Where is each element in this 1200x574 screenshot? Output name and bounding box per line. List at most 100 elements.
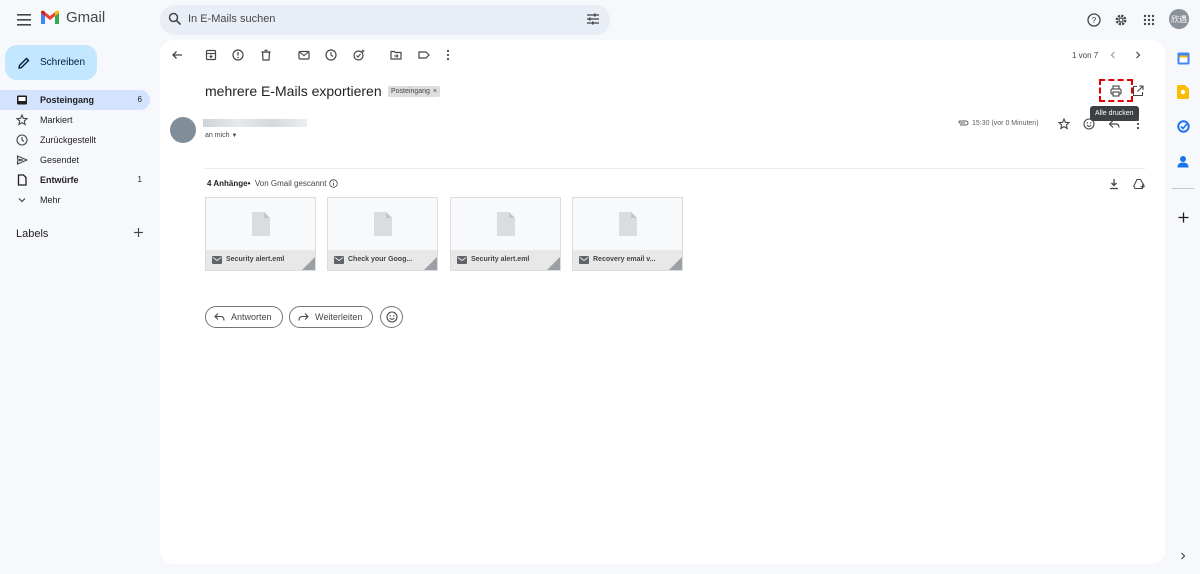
remove-label-icon[interactable]: × bbox=[433, 88, 437, 95]
email-file-icon bbox=[457, 256, 467, 264]
document-icon bbox=[497, 212, 515, 236]
label-chip[interactable]: Posteingang × bbox=[388, 86, 441, 97]
emoji-reaction-button[interactable] bbox=[1082, 117, 1096, 131]
add-label-button[interactable] bbox=[133, 227, 144, 238]
search-options-icon[interactable] bbox=[586, 12, 600, 26]
app-name: Gmail bbox=[66, 9, 106, 26]
compose-label: Schreiben bbox=[40, 57, 86, 68]
sidebar-item-label: Entwürfe bbox=[40, 175, 79, 185]
delete-button[interactable] bbox=[259, 48, 273, 62]
attachment-card[interactable]: Recovery email v... bbox=[572, 197, 683, 271]
labels-heading: Labels bbox=[16, 228, 49, 240]
document-icon bbox=[252, 212, 270, 236]
emoji-icon bbox=[1083, 118, 1095, 130]
reply-button[interactable]: Antworten bbox=[205, 306, 283, 328]
calendar-app-button[interactable] bbox=[1176, 51, 1190, 65]
attachment-footer: Check your Goog... bbox=[328, 250, 437, 270]
report-spam-icon bbox=[232, 49, 244, 61]
keep-app-button[interactable] bbox=[1176, 85, 1190, 99]
attachments-scanned: Von Gmail gescannt bbox=[254, 179, 327, 188]
snooze-icon bbox=[325, 49, 337, 61]
sidebar-item-inbox[interactable]: Posteingang 6 bbox=[0, 90, 150, 110]
apps-button[interactable] bbox=[1139, 10, 1159, 30]
newer-button[interactable] bbox=[1106, 48, 1120, 62]
reply-icon-button[interactable] bbox=[1107, 117, 1121, 131]
page-fold bbox=[424, 257, 437, 270]
attachment-footer: Recovery email v... bbox=[573, 250, 682, 270]
sidebar-item-more[interactable]: Mehr bbox=[0, 190, 150, 210]
info-icon[interactable] bbox=[329, 179, 338, 189]
document-icon bbox=[374, 212, 392, 236]
mark-unread-icon bbox=[298, 50, 310, 60]
message-pane bbox=[160, 40, 1165, 564]
email-file-icon bbox=[212, 256, 222, 264]
emoji-react-button[interactable] bbox=[380, 306, 403, 328]
sidebar-item-drafts[interactable]: Entwürfe 1 bbox=[0, 170, 150, 190]
forward-label: Weiterleiten bbox=[315, 312, 363, 322]
settings-button[interactable] bbox=[1111, 10, 1131, 30]
inbox-icon bbox=[17, 95, 27, 105]
document-icon bbox=[619, 212, 637, 236]
snooze-button[interactable] bbox=[324, 48, 338, 62]
report-spam-button[interactable] bbox=[231, 48, 245, 62]
sender-avatar[interactable] bbox=[170, 117, 196, 143]
attachment-card[interactable]: Check your Goog... bbox=[327, 197, 438, 271]
chevron-down-icon bbox=[18, 198, 26, 203]
main-menu-button[interactable] bbox=[12, 8, 36, 32]
search-bar[interactable]: In E-Mails suchen bbox=[160, 5, 610, 35]
message-more-button[interactable] bbox=[1131, 117, 1145, 131]
attachments-count: 4 Anhänge bbox=[207, 179, 248, 188]
reply-icon bbox=[214, 313, 225, 321]
email-file-icon bbox=[579, 256, 589, 264]
more-actions-button[interactable] bbox=[441, 48, 455, 62]
account-avatar[interactable]: 欣遇 bbox=[1169, 9, 1189, 29]
contacts-app-button[interactable] bbox=[1176, 154, 1190, 168]
help-button[interactable]: ? bbox=[1084, 10, 1104, 30]
forward-button[interactable]: Weiterleiten bbox=[289, 306, 374, 328]
send-icon bbox=[16, 155, 28, 165]
back-button[interactable] bbox=[170, 48, 184, 62]
draft-icon bbox=[17, 174, 27, 186]
page-fold bbox=[302, 257, 315, 270]
paperclip-icon bbox=[958, 120, 969, 126]
print-highlight-box bbox=[1099, 79, 1133, 102]
recipient-text: an mich bbox=[205, 132, 230, 139]
attachment-card[interactable]: Security alert.eml bbox=[450, 197, 561, 271]
sidebar-item-snoozed[interactable]: Zurückgestellt bbox=[0, 130, 150, 150]
sidebar-item-label: Mehr bbox=[40, 195, 61, 205]
clock-icon bbox=[16, 134, 28, 146]
gmail-logo[interactable]: Gmail bbox=[40, 9, 105, 26]
tasks-icon bbox=[1176, 119, 1190, 133]
sidebar-item-starred[interactable]: Markiert bbox=[0, 110, 150, 130]
download-all-button[interactable] bbox=[1107, 177, 1121, 191]
label-button[interactable] bbox=[417, 48, 431, 62]
apps-grid-icon bbox=[1143, 14, 1155, 26]
sidebar-item-label: Markiert bbox=[40, 115, 73, 125]
download-icon bbox=[1110, 179, 1118, 190]
older-button[interactable] bbox=[1131, 48, 1145, 62]
move-to-button[interactable] bbox=[389, 48, 403, 62]
star-button[interactable] bbox=[1057, 117, 1071, 131]
rail-divider bbox=[1172, 188, 1194, 189]
label-chip-text: Posteingang bbox=[391, 88, 430, 95]
star-icon bbox=[1058, 118, 1070, 130]
sidebar-item-sent[interactable]: Gesendet bbox=[0, 150, 150, 170]
attachment-footer: Security alert.eml bbox=[451, 250, 560, 270]
compose-button[interactable]: Schreiben bbox=[5, 45, 97, 80]
get-addons-button[interactable] bbox=[1176, 210, 1190, 224]
save-to-drive-button[interactable] bbox=[1132, 177, 1146, 191]
add-task-button[interactable] bbox=[352, 48, 366, 62]
archive-button[interactable] bbox=[204, 48, 218, 62]
search-input[interactable]: In E-Mails suchen bbox=[188, 13, 275, 25]
recipient-details[interactable]: an mich ▼ bbox=[205, 132, 237, 139]
caret-down-icon: ▼ bbox=[231, 133, 238, 139]
attachment-card[interactable]: Security alert.eml bbox=[205, 197, 316, 271]
show-side-panel-button[interactable] bbox=[1176, 549, 1190, 563]
attachment-name: Check your Goog... bbox=[348, 256, 413, 263]
attachment-footer: Security alert.eml bbox=[206, 250, 315, 270]
search-icon[interactable] bbox=[168, 12, 182, 26]
mark-unread-button[interactable] bbox=[297, 48, 311, 62]
unread-count: 6 bbox=[137, 95, 142, 104]
open-new-window-button[interactable] bbox=[1131, 84, 1145, 98]
tasks-app-button[interactable] bbox=[1176, 119, 1190, 133]
